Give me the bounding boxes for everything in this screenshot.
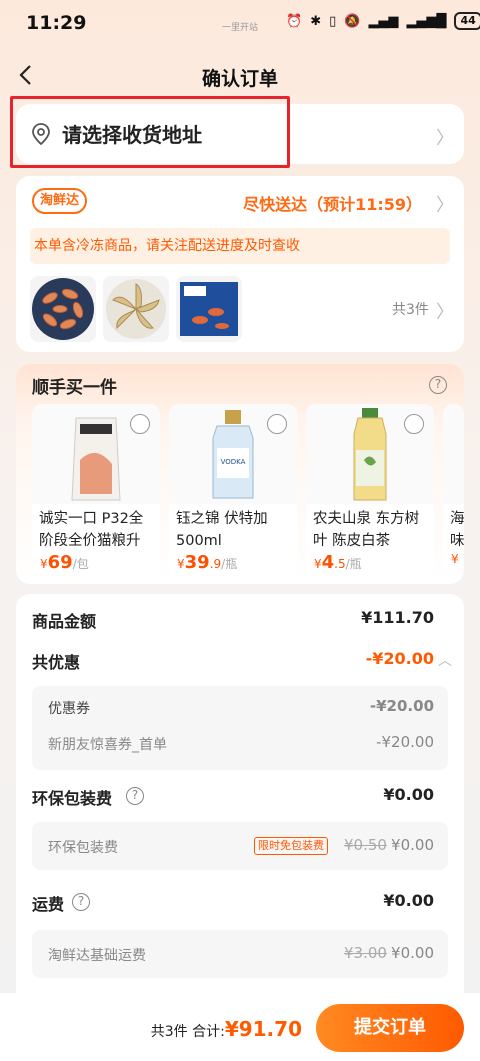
product-thumb-package[interactable] [176,276,242,342]
addon-product-4[interactable]: 海味 ¥ [443,404,464,576]
vibrate-icon: ▯ [329,13,337,29]
page-title: 确认订单 [201,68,278,90]
discount-label: 共优惠 [32,653,81,672]
taoxianda-logo: 淘鲜达 [32,188,88,214]
package-help-icon[interactable]: ? [126,787,144,805]
alarm-icon: ⏰ [286,13,303,29]
shipping-label: 运费 [32,895,65,914]
product-price: ¥69/包 [40,552,89,573]
select-radio[interactable] [404,414,424,434]
delivery-chevron-icon[interactable]: 〉 [436,191,454,217]
coupon-detail-value: -¥20.00 [376,733,434,751]
shipping-value: ¥0.00 [383,891,434,910]
package-sub-value: ¥0.00 [391,836,434,854]
collapse-chevron-icon[interactable]: ︿ [438,650,452,670]
total-summary: 共3件 合计:¥91.70 [151,1017,302,1041]
product-thumb-dumplings[interactable] [103,276,169,342]
total-count-label: 共3件 合计: [150,1024,225,1040]
help-icon[interactable]: ? [429,376,447,394]
goods-amount-value: ¥111.70 [361,608,434,627]
select-radio[interactable] [130,414,150,434]
addon-title: 顺手买一件 [32,378,117,398]
signal-2-icon: ▂▄▆█ [406,13,447,29]
product-thumb-shrimp[interactable] [30,276,96,342]
shipping-orig-price: ¥3.00 [344,944,387,962]
shipping-sub-label: 淘鲜达基础运费 [48,948,146,964]
status-carrier: 一里开站 [222,23,259,33]
product-name: 诚实一口 P32全阶段全价猫粮升 [39,511,144,549]
signal-icon: ▂▄▆ [368,13,399,29]
product-name: 钰之锦 伏特加 500ml [176,511,268,549]
coupon-value: -¥20.00 [369,697,434,715]
addon-product-1[interactable]: 诚实一口 P32全阶段全价猫粮升 ¥69/包 [32,404,160,576]
product-4-image [443,404,464,504]
package-fee-value: ¥0.00 [383,785,434,804]
discount-value[interactable]: -¥20.00 [366,649,434,668]
goods-amount-label: 商品金额 [32,612,97,631]
free-package-tag: 限时免包装费 [254,837,328,855]
item-count[interactable]: 共3件 [392,299,429,319]
battery-icon: 44 [454,12,480,30]
submit-order-button[interactable]: 提交订单 [316,1004,464,1052]
product-price: ¥39.9/瓶 [177,552,238,573]
coupon-label: 优惠券 [48,701,90,717]
items-chevron-icon[interactable]: 〉 [436,298,454,324]
product-price: ¥4.5/瓶 [314,552,362,573]
status-time: 11:29 [26,12,87,34]
package-sub-label: 环保包装费 [48,840,118,856]
product-price: ¥ [451,552,459,566]
total-amount: ¥91.70 [224,1017,302,1041]
shipping-help-icon[interactable]: ? [72,893,90,911]
shipping-sub-value: ¥0.00 [391,944,434,962]
addon-product-2[interactable]: VODKA 钰之锦 伏特加 500ml ¥39.9/瓶 [169,404,297,576]
address-chevron-icon[interactable]: 〉 [436,124,454,150]
package-fee-label: 环保包装费 [32,789,113,808]
svg-text:VODKA: VODKA [221,458,246,466]
product-name: 海味 [450,511,464,549]
addon-product-3[interactable]: 农夫山泉 东方树叶 陈皮白茶 ¥4.5/瓶 [306,404,434,576]
mute-icon: 🔕 [344,13,361,29]
frozen-notice: 本单含冷冻商品，请关注配送进度及时查收 [30,228,450,264]
delivery-eta[interactable]: 尽快送达（预计11:59） [243,191,422,215]
status-icons: ⏰ ✱ ▯ 🔕 ▂▄▆ ▂▄▆█ 44 [286,12,480,30]
bluetooth-icon: ✱ [310,13,322,29]
package-orig-price: ¥0.50 [344,836,387,854]
coupon-detail-label: 新朋友惊喜券_首单 [48,737,167,753]
address-highlight-box [10,96,290,168]
select-radio[interactable] [267,414,287,434]
product-name: 农夫山泉 东方树叶 陈皮白茶 [313,511,420,549]
